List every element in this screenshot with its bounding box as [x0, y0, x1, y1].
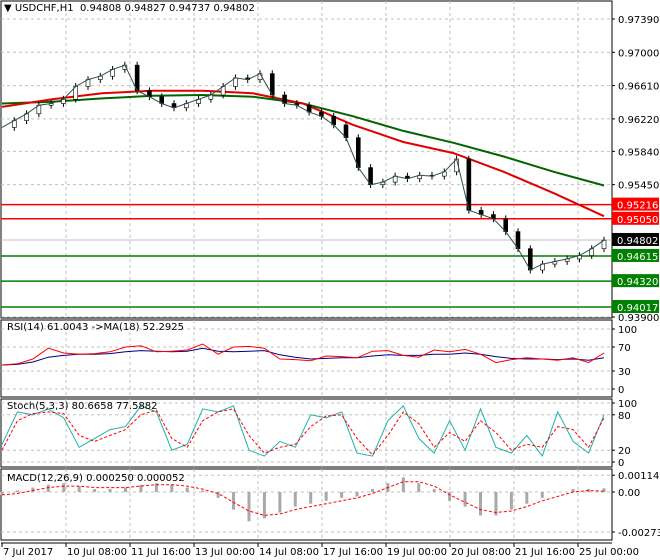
rsi-tick-label: 70: [618, 343, 631, 354]
macd-signal-line: [1, 481, 605, 516]
price-tick-label: 0.96220: [618, 115, 659, 126]
stoch-tick-label: 80: [618, 411, 631, 422]
x-tick-label: 11 Jul 16:00: [131, 547, 191, 558]
level-label: 0.94017: [617, 303, 658, 314]
price-tick-label: 0.97000: [618, 48, 659, 59]
level-label: 0.95050: [617, 215, 658, 226]
price-tick-label: 0.93900: [618, 313, 659, 324]
price-tick-label: 0.95450: [618, 181, 659, 192]
macd-tick-label: 0.00: [618, 488, 640, 499]
price-tick-label: 0.95840: [618, 147, 659, 158]
macd-title: MACD(12,26,9) 0.000250 0.000052: [7, 473, 185, 484]
stoch-tick-label: 20: [618, 446, 631, 457]
x-tick-label: 14 Jul 08:00: [259, 547, 319, 558]
chart-window: 7 Jul 2017 10 Jul 08:00 11 Jul 16:00 13 Jul…: [0, 0, 660, 560]
x-tick-label: 19 Jul 00:00: [387, 547, 447, 558]
symbol-label: USDCHF,H1: [14, 3, 74, 14]
rsi-tick-label: 30: [618, 367, 631, 378]
stoch-tick-label: 0: [618, 458, 624, 469]
price-tick-label: 0.96610: [618, 82, 659, 93]
macd-tick-label: 0.001145: [618, 471, 660, 482]
rsi-title: RSI(14) 61.0043 ->MA(18) 52.2925: [7, 322, 184, 333]
x-tick-label: 25 Jul 00:00: [579, 547, 639, 558]
x-tick-label: 21 Jul 16:00: [515, 547, 575, 558]
current-price-label: 0.94802: [617, 236, 658, 247]
x-tick-label: 13 Jul 00:00: [195, 547, 255, 558]
stoch-title: Stoch(5,3,3) 80.6658 77.5882: [7, 401, 158, 412]
chart-header: ▼ USDCHF,H1 0.94808 0.94827 0.94737 0.94…: [4, 3, 255, 14]
menu-triangle-icon[interactable]: ▼: [4, 3, 12, 14]
x-tick-label: 10 Jul 08:00: [67, 547, 127, 558]
price-close-line: [1, 64, 605, 271]
x-tick-label: 7 Jul 2017: [3, 547, 53, 558]
macd-tick-label: -0.002731: [618, 528, 660, 539]
stoch-tick-label: 100: [618, 399, 637, 410]
rsi-tick-label: 100: [618, 325, 637, 336]
x-tick-label: 20 Jul 08:00: [451, 547, 511, 558]
ohlc-values: 0.94808 0.94827 0.94737 0.94802: [79, 3, 255, 14]
x-tick-label: 17 Jul 16:00: [323, 547, 383, 558]
level-label: 0.94320: [617, 277, 658, 288]
level-label: 0.94615: [617, 252, 658, 263]
price-tick-label: 0.97390: [618, 15, 659, 26]
rsi-tick-label: 0: [618, 385, 624, 396]
level-label: 0.95216: [617, 201, 658, 212]
price-pane-border: [0, 0, 613, 319]
